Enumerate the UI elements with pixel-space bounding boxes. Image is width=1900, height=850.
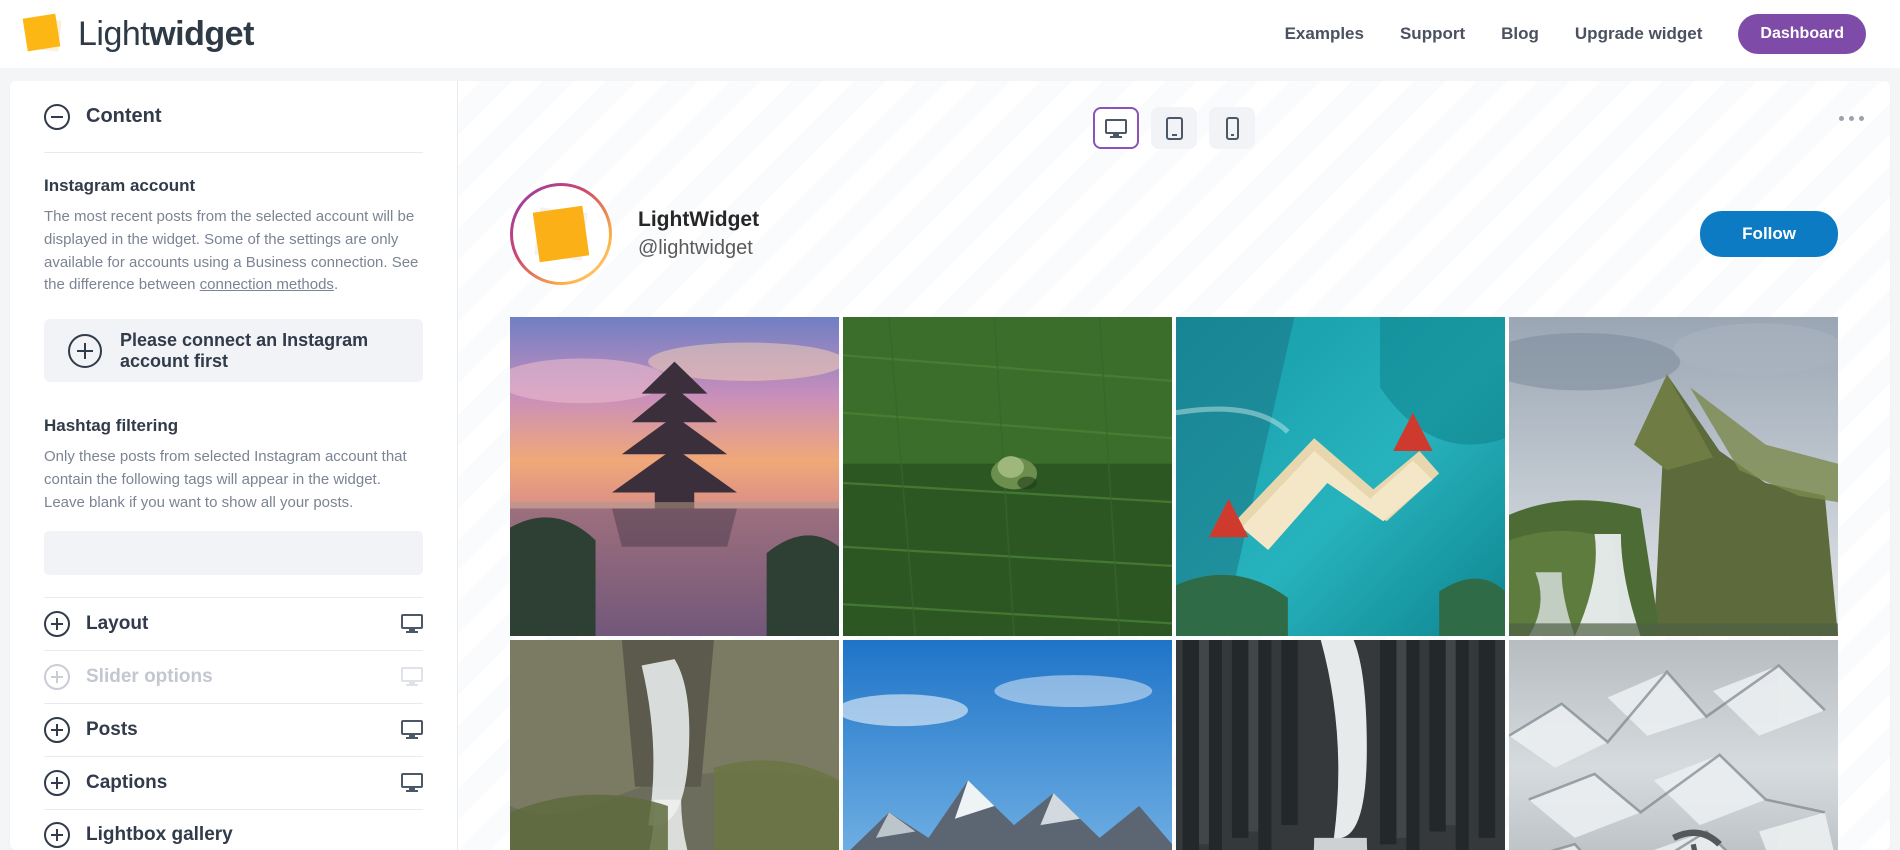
instagram-account-group: Instagram account The most recent posts …	[44, 153, 423, 382]
settings-accordion: Layout Slider options Posts	[44, 597, 423, 850]
device-preview-toggles	[458, 81, 1890, 149]
main-nav: Examples Support Blog Upgrade widget Das…	[1285, 14, 1866, 54]
post-thumbnail[interactable]	[510, 317, 839, 636]
nav-item-support[interactable]: Support	[1400, 24, 1465, 44]
device-toggle-desktop[interactable]	[1093, 107, 1139, 149]
post-thumbnail[interactable]	[510, 640, 839, 850]
post-thumbnail[interactable]	[1509, 317, 1838, 636]
post-thumbnail[interactable]	[1509, 640, 1838, 850]
post-thumbnail[interactable]	[1176, 317, 1505, 636]
widget-profile-header: LightWidget @lightwidget Follow	[510, 183, 1838, 285]
lightwidget-logo-icon	[22, 13, 64, 55]
circle-plus-icon	[44, 664, 70, 690]
nav-item-blog[interactable]: Blog	[1501, 24, 1539, 44]
nav-item-examples[interactable]: Examples	[1285, 24, 1364, 44]
section-header-content[interactable]: Content	[44, 81, 423, 153]
workspace: Content Instagram account The most recen…	[10, 81, 1890, 850]
monitor-icon	[401, 773, 423, 792]
brand-wordmark: Lightwidget	[78, 15, 254, 54]
instagram-account-description: The most recent posts from the selected …	[44, 206, 423, 297]
brand-wordmark-light: Light	[78, 15, 149, 53]
monitor-icon	[1105, 119, 1127, 138]
hashtag-filtering-description: Only these posts from selected Instagram…	[44, 446, 423, 514]
instagram-account-description-period: .	[334, 276, 338, 293]
tablet-icon	[1166, 117, 1183, 140]
accordion-label-lightbox-gallery: Lightbox gallery	[86, 824, 233, 846]
brand-logo[interactable]: Lightwidget	[22, 13, 254, 55]
accordion-item-posts[interactable]: Posts	[44, 703, 423, 756]
dashboard-button[interactable]: Dashboard	[1738, 14, 1866, 54]
profile-handle: @lightwidget	[638, 237, 759, 260]
nav-item-upgrade-widget[interactable]: Upgrade widget	[1575, 24, 1703, 44]
device-toggle-mobile[interactable]	[1209, 107, 1255, 149]
profile-meta: LightWidget @lightwidget	[638, 208, 759, 260]
post-thumbnail[interactable]	[843, 640, 1172, 850]
ellipsis-icon[interactable]	[1839, 116, 1864, 121]
hashtag-filtering-input[interactable]	[44, 531, 423, 575]
brand-wordmark-bold: widget	[149, 15, 254, 53]
circle-minus-icon	[44, 104, 70, 130]
monitor-icon	[401, 667, 423, 686]
circle-plus-icon	[44, 822, 70, 848]
connect-instagram-account-label: Please connect an Instagram account firs…	[120, 330, 399, 372]
monitor-icon	[401, 720, 423, 739]
connection-methods-link[interactable]: connection methods	[200, 276, 334, 293]
settings-sidebar: Content Instagram account The most recen…	[10, 81, 458, 850]
circle-plus-icon	[44, 611, 70, 637]
accordion-item-captions[interactable]: Captions	[44, 756, 423, 809]
accordion-item-slider-options: Slider options	[44, 650, 423, 703]
accordion-label-slider-options: Slider options	[86, 666, 213, 688]
post-thumbnail[interactable]	[1176, 640, 1505, 850]
accordion-label-posts: Posts	[86, 719, 138, 741]
accordion-item-lightbox-gallery[interactable]: Lightbox gallery	[44, 809, 423, 850]
top-navigation-bar: Lightwidget Examples Support Blog Upgrad…	[0, 0, 1900, 68]
instagram-account-label: Instagram account	[44, 176, 423, 196]
accordion-item-layout[interactable]: Layout	[44, 597, 423, 650]
connect-instagram-account-button[interactable]: Please connect an Instagram account firs…	[44, 319, 423, 382]
profile-name: LightWidget	[638, 208, 759, 232]
accordion-label-layout: Layout	[86, 613, 148, 635]
circle-plus-icon	[44, 770, 70, 796]
hashtag-filtering-label: Hashtag filtering	[44, 416, 423, 436]
circle-plus-icon	[44, 717, 70, 743]
post-thumbnail[interactable]	[843, 317, 1172, 636]
avatar[interactable]	[510, 183, 612, 285]
post-grid	[510, 317, 1838, 850]
widget-preview-pane: LightWidget @lightwidget Follow	[458, 81, 1890, 850]
instagram-widget: LightWidget @lightwidget Follow	[458, 149, 1890, 850]
hashtag-filtering-group: Hashtag filtering Only these posts from …	[44, 382, 423, 574]
circle-plus-icon	[68, 334, 102, 368]
follow-button[interactable]: Follow	[1700, 211, 1838, 257]
accordion-label-captions: Captions	[86, 772, 167, 794]
device-toggle-tablet[interactable]	[1151, 107, 1197, 149]
monitor-icon	[401, 614, 423, 633]
section-title: Content	[86, 105, 162, 128]
phone-icon	[1226, 117, 1239, 140]
